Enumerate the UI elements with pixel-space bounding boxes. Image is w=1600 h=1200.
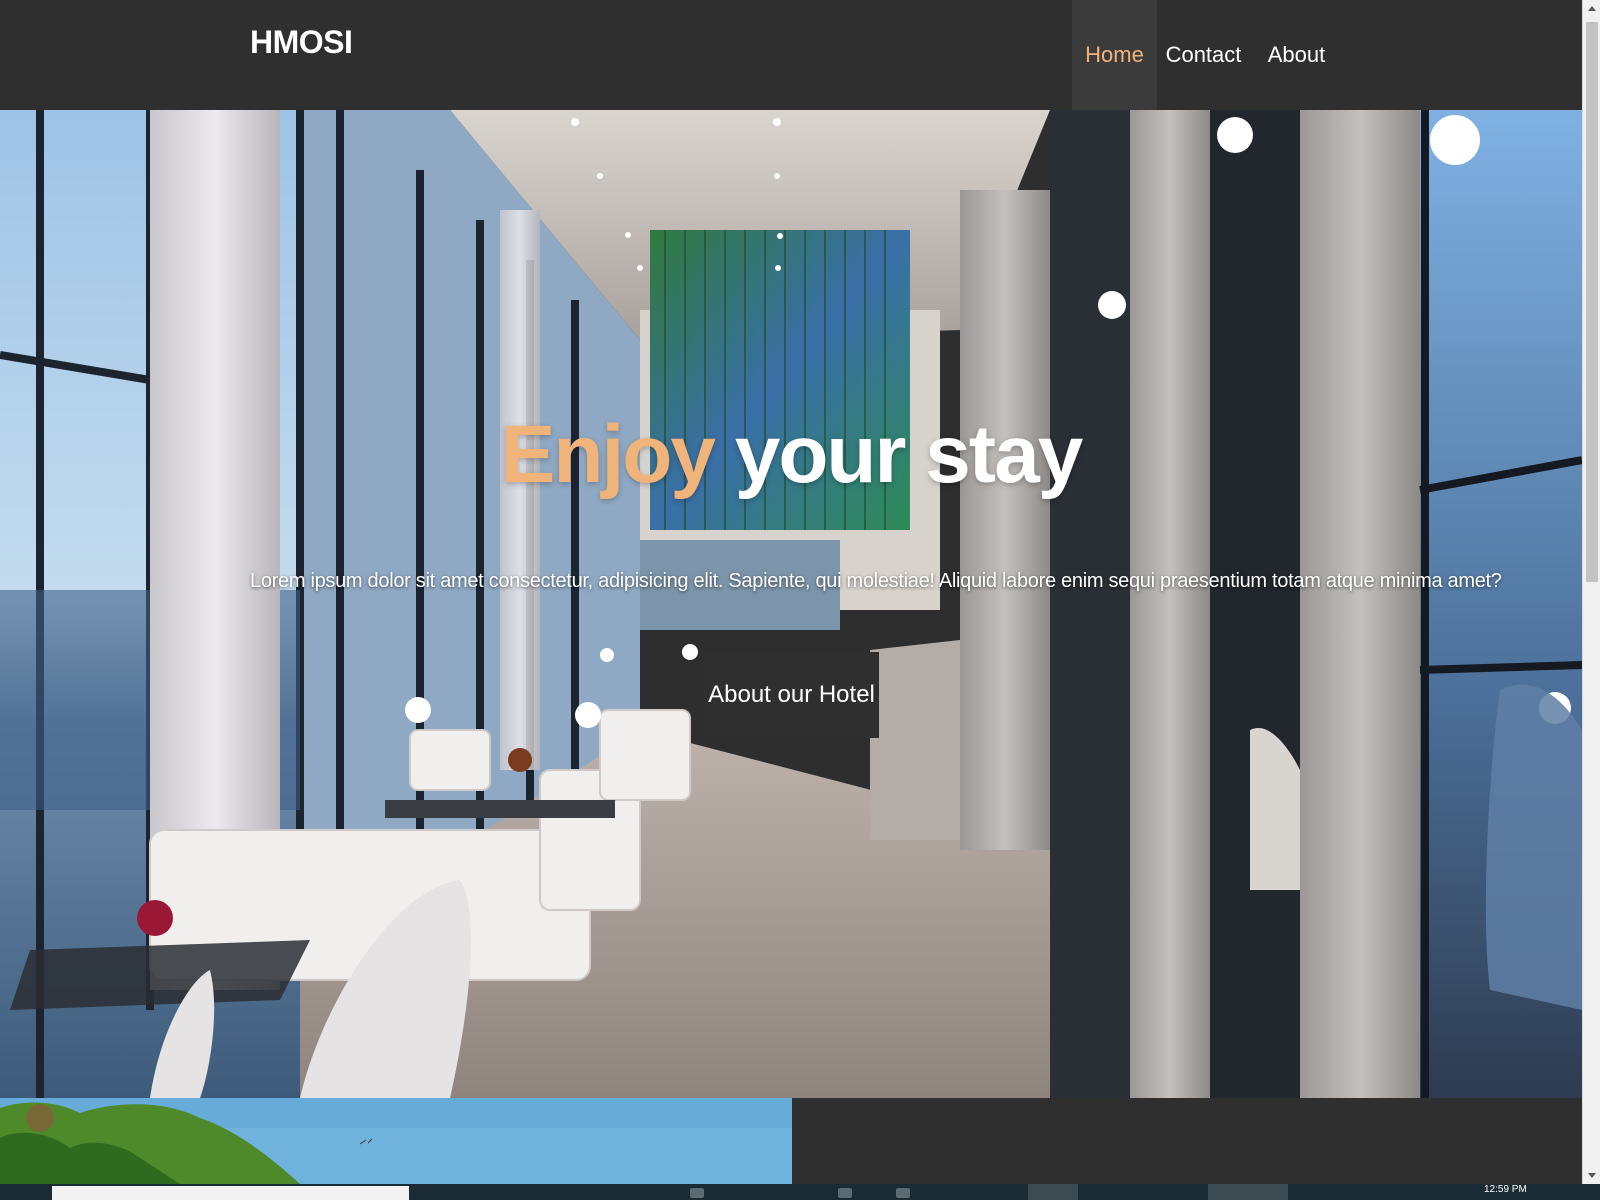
nav-home[interactable]: Home <box>1072 0 1157 110</box>
page-scrollbar[interactable] <box>1582 0 1600 1184</box>
nav-contact[interactable]: Contact <box>1157 0 1250 110</box>
scroll-down-arrow-icon[interactable] <box>1588 1173 1596 1178</box>
scroll-thumb[interactable] <box>1586 22 1598 582</box>
hero-title-accent: Enjoy <box>500 409 716 500</box>
taskbar-active-app[interactable] <box>1208 1184 1288 1200</box>
brand-logo[interactable]: HMOSI <box>250 24 353 61</box>
hero-description: Lorem ipsum dolor sit amet consectetur, … <box>250 570 1502 592</box>
site-header: HMOSI Home Contact About <box>0 0 1582 110</box>
taskbar-app-icon[interactable] <box>896 1188 910 1198</box>
scroll-up-arrow-icon[interactable] <box>1588 6 1596 11</box>
resort-image <box>0 1098 792 1184</box>
about-hotel-button[interactable]: About our Hotel <box>704 652 879 738</box>
main-nav: Home Contact About <box>1072 0 1343 110</box>
hero-content: Enjoy your stay Lorem ipsum dolor sit am… <box>0 110 1582 1098</box>
hero-title-rest: your stay <box>713 409 1084 500</box>
taskbar-clock[interactable]: 12:59 PM <box>1484 1184 1527 1195</box>
page: HMOSI Home Contact About Enjoy your stay… <box>0 0 1582 1184</box>
hero-title: Enjoy your stay <box>0 408 1582 502</box>
taskbar-search-box[interactable] <box>52 1186 409 1200</box>
nav-about[interactable]: About <box>1250 0 1343 110</box>
taskbar-active-app[interactable] <box>1028 1184 1078 1200</box>
taskbar-app-icon[interactable] <box>838 1188 852 1198</box>
taskbar-app-icon[interactable] <box>690 1188 704 1198</box>
hero-section: Enjoy your stay Lorem ipsum dolor sit am… <box>0 110 1582 1098</box>
lower-section <box>0 1098 1582 1184</box>
os-taskbar: 12:59 PM <box>0 1184 1600 1200</box>
